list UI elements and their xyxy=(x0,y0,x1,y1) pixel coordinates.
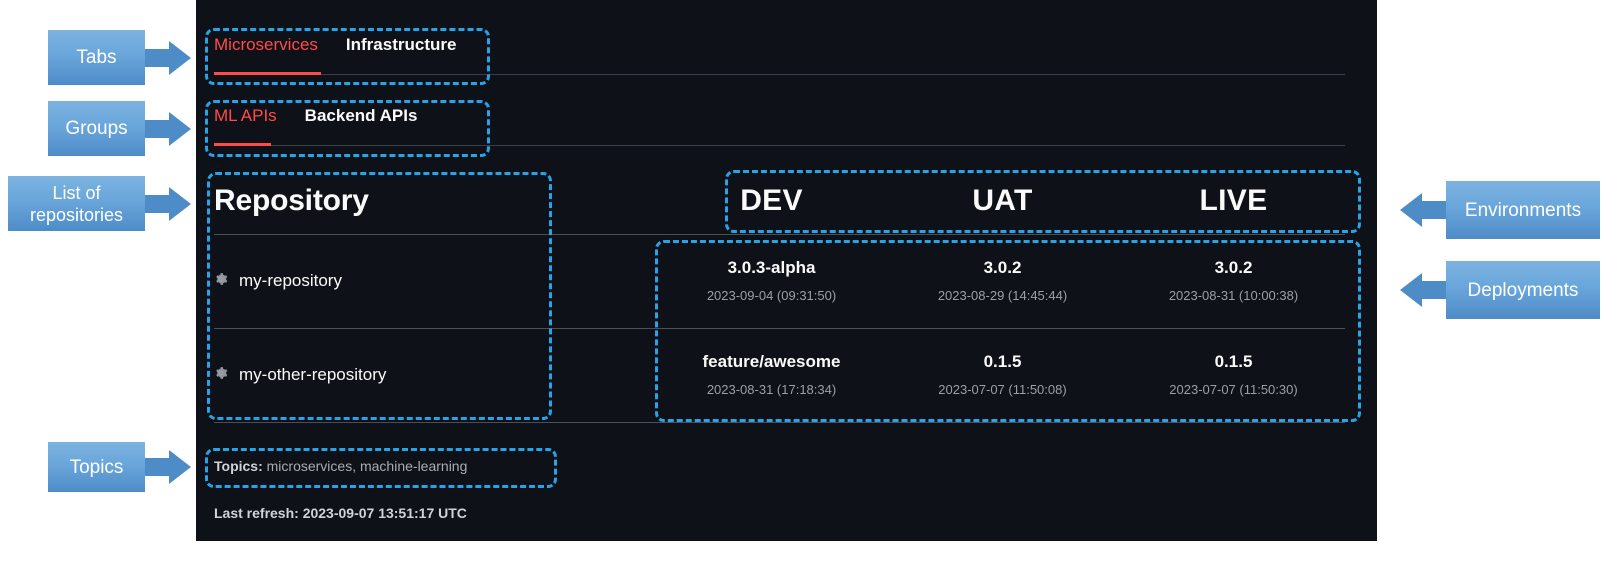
callout-label-list-of-repositories: List of repositories xyxy=(8,176,145,231)
gear-icon xyxy=(214,272,228,291)
deployment-cell-dev[interactable]: feature/awesome 2023-08-31 (17:18:34) xyxy=(656,328,887,398)
deployment-cell-dev[interactable]: 3.0.3-alpha 2023-09-04 (09:31:50) xyxy=(656,234,887,304)
deployment-version: feature/awesome xyxy=(702,352,841,371)
deployment-version: 3.0.2 xyxy=(983,258,1022,277)
deployment-timestamp: 2023-08-31 (10:00:38) xyxy=(1168,288,1299,303)
arrow-head-right-icon xyxy=(169,450,191,484)
repository-cell[interactable]: my-other-repository xyxy=(196,328,656,422)
groups-baseline xyxy=(214,145,1345,146)
callout-groups: Groups xyxy=(48,101,191,156)
header-cell-uat: UAT xyxy=(972,184,1033,217)
groups-bar: ML APIs Backend APIs xyxy=(196,105,1377,151)
callout-tabs: Tabs xyxy=(48,30,191,85)
deployment-cell-live[interactable]: 0.1.5 2023-07-07 (11:50:30) xyxy=(1118,328,1349,398)
callout-list-of-repositories: List of repositories xyxy=(8,176,191,231)
table-row[interactable]: my-repository 3.0.3-alpha 2023-09-04 (09… xyxy=(196,234,1377,328)
header-cell-dev: DEV xyxy=(740,184,803,217)
arrow-head-right-icon xyxy=(169,111,191,146)
deployment-version: 0.1.5 xyxy=(983,352,1022,371)
callout-deployments: Deployments xyxy=(1400,261,1600,319)
callout-label-topics: Topics xyxy=(48,442,145,492)
deployment-version: 3.0.2 xyxy=(1214,258,1253,277)
screenshot-root: Microservices Infrastructure ML APIs Bac… xyxy=(0,0,1624,573)
tab-backend-apis[interactable]: Backend APIs xyxy=(291,105,432,127)
deployment-timestamp: 2023-08-31 (17:18:34) xyxy=(706,382,837,397)
tabs-list: Microservices Infrastructure xyxy=(214,34,470,56)
deployment-cell-uat[interactable]: 0.1.5 2023-07-07 (11:50:08) xyxy=(887,328,1118,398)
table-row[interactable]: my-other-repository feature/awesome 2023… xyxy=(196,328,1377,422)
deployment-cell-live[interactable]: 3.0.2 2023-08-31 (10:00:38) xyxy=(1118,234,1349,304)
arrow-shaft xyxy=(1422,201,1446,219)
deployment-timestamp: 2023-09-04 (09:31:50) xyxy=(706,288,837,303)
last-refresh-text: Last refresh: 2023-09-07 13:51:17 UTC xyxy=(214,505,467,521)
deployment-timestamp: 2023-08-29 (14:45:44) xyxy=(937,288,1068,303)
callout-topics: Topics xyxy=(48,442,191,492)
tabs-active-underline xyxy=(214,72,321,75)
deployments-table: Repository DEV UAT LIVE my-repository 3.… xyxy=(196,168,1377,423)
deployment-version: 0.1.5 xyxy=(1214,352,1253,371)
row-separator xyxy=(214,234,1345,235)
deployment-cell-uat[interactable]: 3.0.2 2023-08-29 (14:45:44) xyxy=(887,234,1118,304)
callout-environments: Environments xyxy=(1400,181,1600,239)
callout-label-environments: Environments xyxy=(1446,181,1600,239)
header-cell-repository: Repository xyxy=(196,184,656,218)
callout-label-groups: Groups xyxy=(48,101,145,156)
tabs-baseline xyxy=(214,74,1345,75)
arrow-shaft xyxy=(1422,281,1446,299)
topics-value: microservices, machine-learning xyxy=(262,458,468,474)
repository-name: my-other-repository xyxy=(239,365,387,384)
topics-label: Topics: xyxy=(214,458,263,474)
arrow-shaft xyxy=(145,458,169,476)
callout-label-deployments: Deployments xyxy=(1446,261,1600,319)
table-header-row: Repository DEV UAT LIVE xyxy=(196,168,1377,234)
arrow-head-left-icon xyxy=(1400,193,1422,227)
table-bottom-separator xyxy=(214,422,1345,423)
groups-active-underline xyxy=(214,143,271,146)
header-cell-live: LIVE xyxy=(1199,184,1268,217)
arrow-shaft xyxy=(145,48,169,67)
groups-list: ML APIs Backend APIs xyxy=(214,105,431,127)
arrow-head-left-icon xyxy=(1400,273,1422,307)
arrow-head-right-icon xyxy=(169,40,191,75)
tab-ml-apis[interactable]: ML APIs xyxy=(214,105,291,127)
row-separator xyxy=(214,328,1345,329)
callout-label-tabs: Tabs xyxy=(48,30,145,85)
tab-infrastructure[interactable]: Infrastructure xyxy=(332,34,471,56)
repository-name: my-repository xyxy=(239,271,342,290)
arrow-shaft xyxy=(145,119,169,138)
arrow-head-right-icon xyxy=(169,186,191,221)
deployment-timestamp: 2023-07-07 (11:50:30) xyxy=(1169,382,1298,397)
gear-icon xyxy=(214,366,228,385)
deployment-version: 3.0.3-alpha xyxy=(727,258,816,277)
tab-microservices[interactable]: Microservices xyxy=(214,34,332,56)
tabs-bar: Microservices Infrastructure xyxy=(196,34,1377,80)
topics-line: Topics: microservices, machine-learning xyxy=(214,458,467,474)
repository-cell[interactable]: my-repository xyxy=(196,234,656,328)
application-panel: Microservices Infrastructure ML APIs Bac… xyxy=(196,0,1377,541)
arrow-shaft xyxy=(145,194,169,213)
page-title: Repository xyxy=(214,184,369,217)
deployment-timestamp: 2023-07-07 (11:50:08) xyxy=(938,382,1067,397)
